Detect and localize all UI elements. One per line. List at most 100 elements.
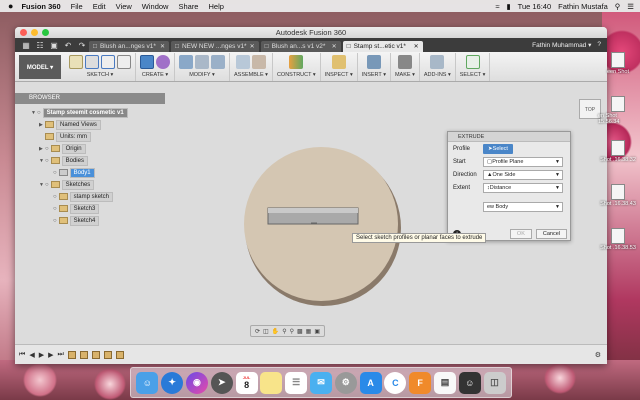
- 3d-print-icon[interactable]: [397, 55, 412, 69]
- chamfer-icon[interactable]: [211, 55, 225, 69]
- inspect-group[interactable]: INSPECT ▾: [321, 53, 358, 81]
- menu-share[interactable]: Share: [178, 2, 198, 11]
- tree-node-stamp-sketch[interactable]: ○ stamp sketch: [31, 191, 171, 202]
- workspace-mode-button[interactable]: MODEL ▾: [19, 55, 61, 79]
- timeline-feature-marker[interactable]: [115, 350, 124, 359]
- sketch-group[interactable]: SKETCH ▾: [65, 53, 136, 81]
- document-tab-1[interactable]: □ Blush an...nges v1* ✕: [89, 41, 169, 52]
- visibility-bulb-icon[interactable]: ○: [37, 110, 41, 116]
- assemble-group[interactable]: ASSEMBLE ▾: [230, 53, 273, 81]
- visibility-bulb-icon[interactable]: ○: [53, 218, 57, 224]
- tab-close-icon[interactable]: ✕: [414, 43, 419, 50]
- battery-icon[interactable]: ▮: [507, 2, 511, 11]
- messages-icon[interactable]: ✉: [309, 371, 332, 394]
- tab-close-icon[interactable]: ✕: [332, 43, 337, 50]
- menu-help[interactable]: Help: [208, 2, 223, 11]
- viewports-icon[interactable]: ▣: [314, 328, 320, 335]
- operation-dropdown[interactable]: ew Body ▼: [483, 201, 563, 212]
- visibility-bulb-icon[interactable]: ○: [45, 146, 49, 152]
- launchpad-icon[interactable]: ➤: [210, 371, 233, 394]
- visibility-bulb-icon[interactable]: ○: [53, 194, 57, 200]
- help-icon[interactable]: ?: [597, 41, 601, 49]
- profile-select-button[interactable]: ➤ Select: [483, 143, 513, 154]
- tab-close-icon[interactable]: ✕: [160, 43, 165, 50]
- menu-edit[interactable]: Edit: [93, 2, 106, 11]
- file-menu-icon[interactable]: ☷: [33, 41, 47, 50]
- new-component-icon[interactable]: [235, 55, 250, 69]
- desktop-screenshot-file[interactable]: Shot .16.38.32: [598, 140, 638, 184]
- tree-node-sketch3[interactable]: ○ Sketch3: [31, 203, 171, 214]
- trim-icon[interactable]: [117, 55, 131, 69]
- direction-dropdown[interactable]: ▲ One Side ▼: [483, 169, 563, 180]
- cancel-button[interactable]: Cancel: [535, 229, 567, 239]
- browser-app-icon[interactable]: C: [384, 371, 407, 394]
- document-tab-4[interactable]: □ Stamp st...etic v1* ✕: [342, 41, 423, 52]
- notification-center-icon[interactable]: ☰: [627, 2, 634, 11]
- finder-icon[interactable]: ☺: [136, 371, 159, 394]
- browser-header[interactable]: BROWSER: [15, 93, 165, 104]
- create-sketch-icon[interactable]: [69, 55, 83, 69]
- timeline-feature-marker[interactable]: [91, 350, 100, 359]
- spotlight-icon[interactable]: ⚲: [615, 2, 621, 11]
- tree-node-bodies[interactable]: ▼ ○ Bodies: [31, 155, 171, 166]
- visibility-bulb-icon[interactable]: ○: [53, 206, 57, 212]
- system-preferences-icon[interactable]: ⚙: [334, 371, 357, 394]
- fusion-360-icon[interactable]: F: [409, 371, 432, 394]
- press-pull-icon[interactable]: [179, 55, 193, 69]
- grid-settings-icon[interactable]: ▦: [306, 328, 312, 335]
- visibility-bulb-icon[interactable]: ○: [53, 170, 57, 176]
- save-icon[interactable]: ▣: [47, 41, 61, 50]
- zoom-icon[interactable]: ⚲: [282, 328, 286, 335]
- redo-icon[interactable]: ↷: [75, 41, 89, 50]
- apple-menu-icon[interactable]: ●: [8, 1, 13, 11]
- offset-plane-icon[interactable]: [289, 55, 304, 69]
- document-tab-2[interactable]: □ NEW NEW ...nges v1* ✕: [171, 41, 259, 52]
- form-icon[interactable]: [156, 55, 170, 69]
- calendar-icon[interactable]: JUL 8: [235, 371, 258, 394]
- document-tab-3[interactable]: □ Blush an...s v1 v2* ✕: [260, 41, 341, 52]
- display-settings-icon[interactable]: ▩: [297, 328, 303, 335]
- timeline-feature-marker[interactable]: [79, 350, 88, 359]
- desktop-screenshot-file[interactable]: een Shot: [598, 52, 638, 96]
- look-at-icon[interactable]: ◫: [263, 328, 269, 335]
- app-store-icon[interactable]: A: [359, 371, 382, 394]
- scripts-icon[interactable]: [430, 55, 445, 69]
- fit-icon[interactable]: ⚲: [290, 328, 294, 335]
- create-group[interactable]: CREATE ▾: [136, 53, 175, 81]
- photo-booth-icon[interactable]: ☺: [458, 371, 481, 394]
- menu-app-name[interactable]: Fusion 360: [21, 2, 60, 11]
- zoom-window-button[interactable]: [42, 29, 49, 36]
- timeline-feature-marker[interactable]: [67, 350, 76, 359]
- timeline-settings-icon[interactable]: ⚙: [595, 351, 601, 359]
- desktop-screenshot-file[interactable]: en Shot 15.56.34: [598, 96, 638, 140]
- menu-file[interactable]: File: [71, 2, 83, 11]
- addins-group[interactable]: ADD-INS ▾: [420, 53, 456, 81]
- insert-group[interactable]: INSERT ▾: [358, 53, 391, 81]
- siri-icon[interactable]: ◉: [185, 371, 208, 394]
- desktop-screenshot-file[interactable]: Shot .16.38.43: [598, 184, 638, 228]
- tree-node-origin[interactable]: ▶ ○ Origin: [31, 143, 171, 154]
- visibility-bulb-icon[interactable]: ○: [45, 182, 49, 188]
- extrude-icon[interactable]: [140, 55, 154, 69]
- desktop-screenshot-file[interactable]: Shot .16.38.53: [598, 228, 638, 272]
- tree-node-body1[interactable]: ○ Body1: [31, 167, 171, 178]
- measure-icon[interactable]: [331, 55, 346, 69]
- tree-node-units[interactable]: Units: mm: [31, 131, 171, 142]
- wifi-icon[interactable]: ≈: [495, 2, 499, 11]
- joint-icon[interactable]: [251, 55, 266, 69]
- rectangle-icon[interactable]: [101, 55, 115, 69]
- timeline-next-icon[interactable]: ▶: [48, 351, 53, 359]
- reminders-icon[interactable]: ☰: [285, 371, 308, 394]
- visibility-bulb-icon[interactable]: ○: [45, 158, 49, 164]
- menu-view[interactable]: View: [116, 2, 132, 11]
- line-icon[interactable]: [85, 55, 99, 69]
- select-group[interactable]: SELECT ▾: [456, 53, 491, 81]
- pan-icon[interactable]: ✋: [272, 328, 279, 335]
- menubar-clock[interactable]: Tue 16:40: [518, 2, 552, 11]
- menubar-user[interactable]: Fathin Mustafa: [558, 2, 608, 11]
- tree-node-sketches[interactable]: ▼ ○ Sketches: [31, 179, 171, 190]
- notes-icon[interactable]: [260, 371, 283, 394]
- account-menu[interactable]: Fathin Muhammad ▾: [532, 41, 591, 49]
- close-window-button[interactable]: [20, 29, 27, 36]
- fillet-icon[interactable]: [195, 55, 209, 69]
